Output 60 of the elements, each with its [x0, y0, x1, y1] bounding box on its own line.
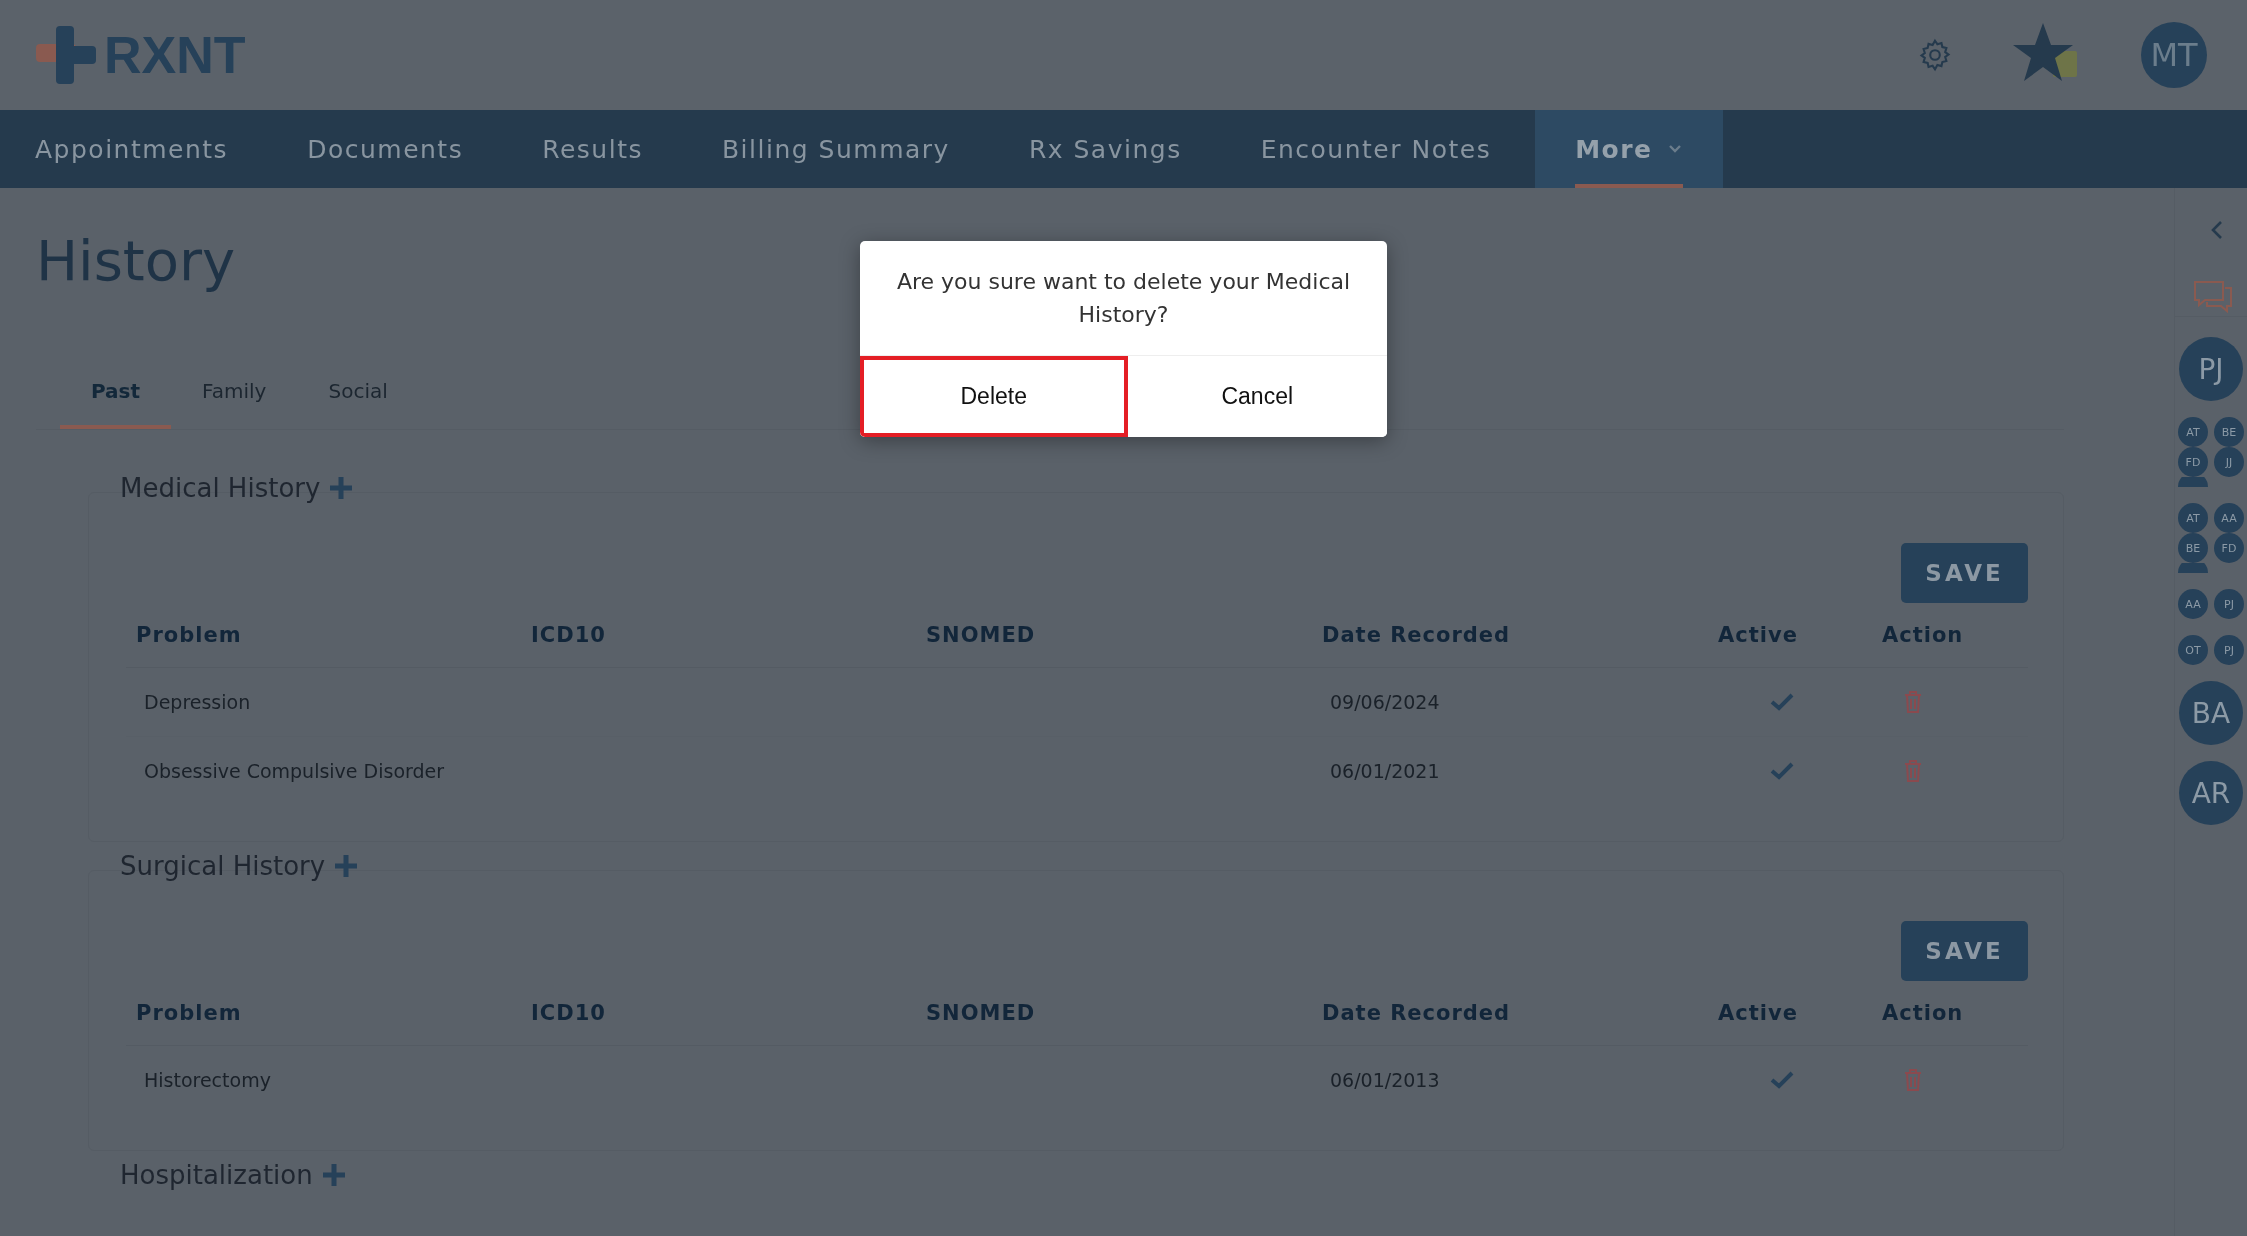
column-header: Action — [1881, 623, 1965, 647]
history-tab[interactable]: Social — [297, 369, 419, 429]
trash-icon[interactable] — [1904, 760, 1922, 782]
contact-avatar[interactable]: FD — [2214, 533, 2244, 563]
contact-avatar[interactable]: PJ — [2179, 337, 2243, 401]
column-header: ICD10 — [530, 1001, 607, 1025]
column-header: SNOMED — [925, 623, 1037, 647]
nav-tab[interactable]: Billing Summary — [686, 110, 994, 188]
collapse-chevron-icon[interactable] — [2210, 220, 2224, 240]
history-tab[interactable]: Family — [171, 369, 298, 429]
nav-tab[interactable]: Results — [507, 110, 687, 188]
add-icon[interactable] — [320, 1162, 347, 1188]
contact-avatar[interactable]: AR — [2179, 761, 2243, 825]
save-button[interactable]: SAVE — [1901, 921, 2028, 981]
table-cell-text: 09/06/2024 — [1329, 691, 1441, 713]
contact-avatar[interactable]: BA — [2179, 681, 2243, 745]
dialog-button[interactable]: Cancel — [1127, 356, 1387, 437]
contact-avatar[interactable]: AA — [2214, 503, 2244, 533]
column-header: Action — [1881, 1001, 1965, 1025]
nav-tab[interactable]: Documents — [272, 110, 508, 188]
dialog-button[interactable]: Delete — [860, 356, 1128, 437]
column-header: SNOMED — [925, 1001, 1037, 1025]
table-cell-text: 06/01/2013 — [1329, 1069, 1441, 1091]
trash-icon[interactable] — [1904, 1069, 1922, 1091]
contact-avatar[interactable]: OT — [2178, 635, 2208, 665]
contact-avatar[interactable]: AT — [2178, 417, 2208, 447]
table-cell-text: Historectomy — [143, 1069, 272, 1091]
column-header: Problem — [135, 1001, 243, 1025]
contact-avatar[interactable]: BE — [2214, 417, 2244, 447]
nav-tab[interactable]: Rx Savings — [993, 110, 1226, 188]
trash-icon[interactable] — [1904, 691, 1922, 713]
column-header: ICD10 — [530, 623, 607, 647]
cross-logo-icon — [36, 24, 98, 86]
column-header: Active — [1717, 623, 1799, 647]
contact-avatar[interactable]: PJ — [2214, 589, 2244, 619]
section-title: Surgical History — [120, 851, 326, 881]
history-tab[interactable]: Past — [60, 369, 172, 429]
contact-avatar[interactable]: AT — [2178, 503, 2208, 533]
section-title: Medical History — [120, 473, 321, 503]
user-avatar[interactable]: MT — [2141, 22, 2207, 88]
table-cell-text: Obsessive Compulsive Disorder — [143, 760, 446, 782]
nav-tab[interactable]: More — [1535, 110, 1723, 188]
section-title: Hospitalization — [120, 1160, 313, 1190]
chat-icon[interactable] — [2193, 280, 2233, 316]
contact-avatar[interactable]: JJ — [2214, 447, 2244, 477]
page-title: History — [36, 228, 236, 293]
column-header: Date Recorded — [1321, 1001, 1512, 1025]
table-cell-text: 06/01/2021 — [1329, 760, 1441, 782]
add-icon[interactable] — [333, 853, 360, 879]
column-header: Active — [1717, 1001, 1799, 1025]
save-button[interactable]: SAVE — [1901, 543, 2028, 603]
column-header: Problem — [135, 623, 243, 647]
table-cell-text: Depression — [143, 691, 252, 713]
nav-tab[interactable]: Appointments — [0, 110, 273, 188]
nav-tab[interactable]: Encounter Notes — [1225, 110, 1536, 188]
column-header: Date Recorded — [1321, 623, 1512, 647]
contact-avatar[interactable]: PJ — [2214, 635, 2244, 665]
add-icon[interactable] — [328, 475, 355, 501]
contact-avatar[interactable]: AA — [2178, 589, 2208, 619]
settings-icon[interactable] — [1917, 37, 1953, 73]
